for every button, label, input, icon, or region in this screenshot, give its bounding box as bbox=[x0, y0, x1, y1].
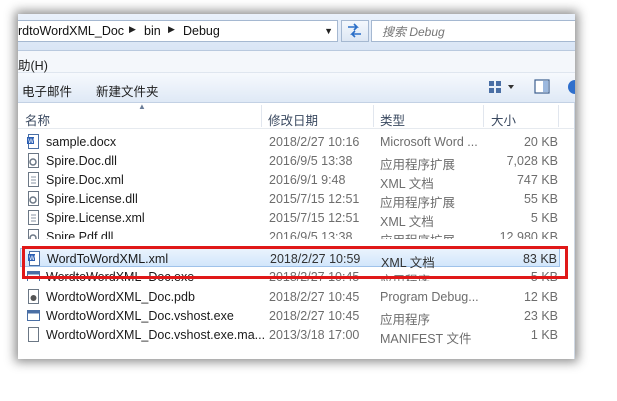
file-date: 2015/7/15 12:51 bbox=[269, 211, 360, 225]
file-size: 1 KB bbox=[530, 328, 558, 342]
file-type: MANIFEST 文件 bbox=[380, 332, 472, 346]
address-dropdown-icon[interactable]: ▼ bbox=[324, 26, 333, 36]
file-date: 2018/2/27 10:45 bbox=[269, 290, 360, 304]
file-date: 2016/9/5 13:38 bbox=[269, 154, 353, 168]
file-size: 12 KB bbox=[523, 290, 558, 304]
file-name: WordtoWordXML_Doc.vshost.exe.ma... bbox=[46, 328, 266, 342]
file-row[interactable]: Spire.Doc.dll 2016/9/5 13:38 应用程序扩展 7,02… bbox=[18, 151, 558, 172]
file-row[interactable]: WordtoWordXML_Doc.vshost.exe 2018/2/27 1… bbox=[18, 306, 558, 327]
command-bar: 电子邮件 新建文件夹 bbox=[18, 73, 575, 103]
view-options-button[interactable] bbox=[486, 79, 518, 96]
preview-pane-button[interactable] bbox=[533, 78, 551, 96]
column-header-size[interactable]: 大小 bbox=[491, 110, 516, 129]
dll-icon bbox=[28, 229, 39, 239]
column-divider[interactable] bbox=[261, 105, 262, 127]
column-header-name[interactable]: 名称 bbox=[25, 110, 50, 129]
file-size: 55 KB bbox=[523, 192, 558, 206]
file-name: WordtoWordXML_Doc.pdb bbox=[46, 290, 195, 304]
column-divider[interactable] bbox=[558, 105, 559, 127]
help-icon bbox=[568, 80, 575, 94]
file-date: 2018/2/27 10:45 bbox=[269, 309, 360, 323]
file-row[interactable]: Spire.Pdf.dll 2016/9/5 13:38 应用程序扩展 12,9… bbox=[18, 227, 558, 239]
file-name: Spire.License.xml bbox=[46, 211, 145, 225]
breadcrumb-debug[interactable]: Debug bbox=[183, 24, 220, 38]
menu-bar: 助(H) bbox=[18, 51, 575, 73]
highlight-annotation bbox=[22, 246, 568, 279]
column-divider[interactable] bbox=[483, 105, 484, 127]
address-bar-row: rdtoWordXML_Doc ▶ bin ▶ Debug ▼ bbox=[18, 14, 575, 51]
svg-text:W: W bbox=[28, 138, 34, 145]
file-type: Microsoft Word ... bbox=[380, 135, 478, 149]
file-name: Spire.Doc.dll bbox=[46, 154, 117, 168]
column-divider[interactable] bbox=[373, 105, 374, 127]
explorer-window: rdtoWordXML_Doc ▶ bin ▶ Debug ▼ 助(H) 电子邮… bbox=[18, 14, 575, 359]
file-name: Spire.License.dll bbox=[46, 192, 138, 206]
file-name: Spire.Doc.xml bbox=[46, 173, 124, 187]
file-size: 7,028 KB bbox=[506, 154, 558, 168]
content-right-border bbox=[574, 103, 575, 359]
file-date: 2013/3/18 17:00 bbox=[269, 328, 360, 342]
file-row[interactable]: WordtoWordXML_Doc.vshost.exe.ma... 2013/… bbox=[18, 325, 558, 346]
file-row[interactable]: WordtoWordXML_Doc.pdb 2018/2/27 10:45 Pr… bbox=[18, 287, 558, 306]
breadcrumb-arrow-icon[interactable]: ▶ bbox=[168, 24, 175, 35]
file-size: 12,980 KB bbox=[499, 230, 558, 239]
column-header-date[interactable]: 修改日期 bbox=[268, 110, 318, 129]
file-date: 2016/9/1 9:48 bbox=[269, 173, 346, 187]
breadcrumb-bin[interactable]: bin bbox=[144, 24, 161, 38]
search-input[interactable] bbox=[380, 23, 569, 40]
exe-icon bbox=[27, 310, 40, 321]
word-doc-icon: W bbox=[27, 134, 39, 149]
file-date: 2016/9/5 13:38 bbox=[269, 230, 353, 239]
breadcrumb-arrow-icon[interactable]: ▶ bbox=[129, 24, 136, 35]
file-size: 747 KB bbox=[516, 173, 558, 187]
refresh-button[interactable] bbox=[341, 20, 369, 42]
file-name: WordtoWordXML_Doc.vshost.exe bbox=[46, 309, 234, 323]
email-button[interactable]: 电子邮件 bbox=[22, 81, 72, 100]
file-size: 23 KB bbox=[523, 309, 558, 323]
search-box[interactable] bbox=[371, 20, 575, 42]
column-header-row: 名称 ▲ 修改日期 类型 大小 bbox=[18, 102, 575, 129]
xml-icon bbox=[28, 172, 39, 187]
file-date: 2015/7/15 12:51 bbox=[269, 192, 360, 206]
file-row[interactable]: Spire.License.dll 2015/7/15 12:51 应用程序扩展… bbox=[18, 189, 558, 210]
manifest-icon bbox=[28, 327, 39, 342]
file-type: 应用程序扩展 bbox=[380, 230, 455, 239]
dll-icon bbox=[28, 153, 39, 168]
sort-ascending-icon: ▲ bbox=[138, 102, 146, 111]
menu-help[interactable]: 助(H) bbox=[18, 55, 48, 74]
file-name: sample.docx bbox=[46, 135, 117, 149]
help-button[interactable] bbox=[566, 78, 575, 96]
xml-icon bbox=[28, 210, 39, 225]
address-bar[interactable]: rdtoWordXML_Doc ▶ bin ▶ Debug ▼ bbox=[18, 20, 338, 42]
column-header-type[interactable]: 类型 bbox=[380, 110, 405, 129]
file-row[interactable]: Spire.Doc.xml 2016/9/1 9:48 XML 文档 747 K… bbox=[18, 170, 558, 191]
file-date: 2018/2/27 10:16 bbox=[269, 135, 360, 149]
file-type: Program Debug... bbox=[380, 290, 479, 304]
dll-icon bbox=[28, 191, 39, 206]
file-size: 5 KB bbox=[530, 211, 558, 225]
view-icon bbox=[489, 81, 514, 93]
file-size: 20 KB bbox=[523, 135, 558, 149]
pdb-icon bbox=[28, 289, 39, 304]
refresh-icon bbox=[348, 23, 361, 38]
file-row[interactable]: W sample.docx 2018/2/27 10:16 Microsoft … bbox=[18, 132, 558, 151]
preview-pane-icon bbox=[534, 79, 550, 94]
new-folder-button[interactable]: 新建文件夹 bbox=[96, 81, 159, 100]
file-name: Spire.Pdf.dll bbox=[46, 230, 114, 239]
file-row[interactable]: Spire.License.xml 2015/7/15 12:51 XML 文档… bbox=[18, 208, 558, 229]
breadcrumb-project[interactable]: rdtoWordXML_Doc bbox=[18, 24, 124, 38]
